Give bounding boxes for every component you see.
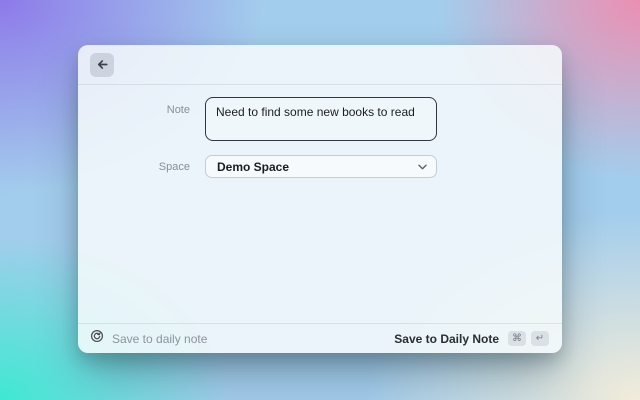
quick-note-window: Note Need to find some new books to read… bbox=[78, 45, 562, 353]
chevron-down-icon bbox=[418, 164, 427, 170]
primary-action-label: Save to Daily Note bbox=[394, 331, 499, 346]
return-key-icon: ↵ bbox=[531, 331, 549, 346]
form-area: Note Need to find some new books to read… bbox=[78, 85, 562, 323]
space-label: Space bbox=[158, 160, 190, 173]
window-header bbox=[78, 45, 562, 85]
note-input[interactable]: Need to find some new books to read bbox=[205, 97, 437, 141]
note-row: Note Need to find some new books to read bbox=[78, 97, 562, 141]
back-arrow-icon bbox=[96, 58, 109, 71]
back-button[interactable] bbox=[90, 52, 114, 77]
window-footer: Save to daily note Save to Daily Note ⌘ … bbox=[78, 323, 562, 353]
space-select-value: Demo Space bbox=[217, 159, 290, 174]
daily-note-refresh-icon bbox=[90, 329, 104, 348]
space-row: Space Demo Space bbox=[78, 155, 562, 178]
save-to-daily-note-primary[interactable]: Save to Daily Note ⌘ ↵ bbox=[394, 331, 549, 346]
space-select[interactable]: Demo Space bbox=[205, 155, 437, 178]
save-to-daily-note-secondary[interactable]: Save to daily note bbox=[90, 329, 207, 348]
note-label: Note bbox=[166, 104, 190, 116]
command-key-icon: ⌘ bbox=[508, 331, 526, 346]
save-to-daily-note-label: Save to daily note bbox=[112, 331, 208, 346]
desktop-background: Note Need to find some new books to read… bbox=[0, 0, 640, 400]
